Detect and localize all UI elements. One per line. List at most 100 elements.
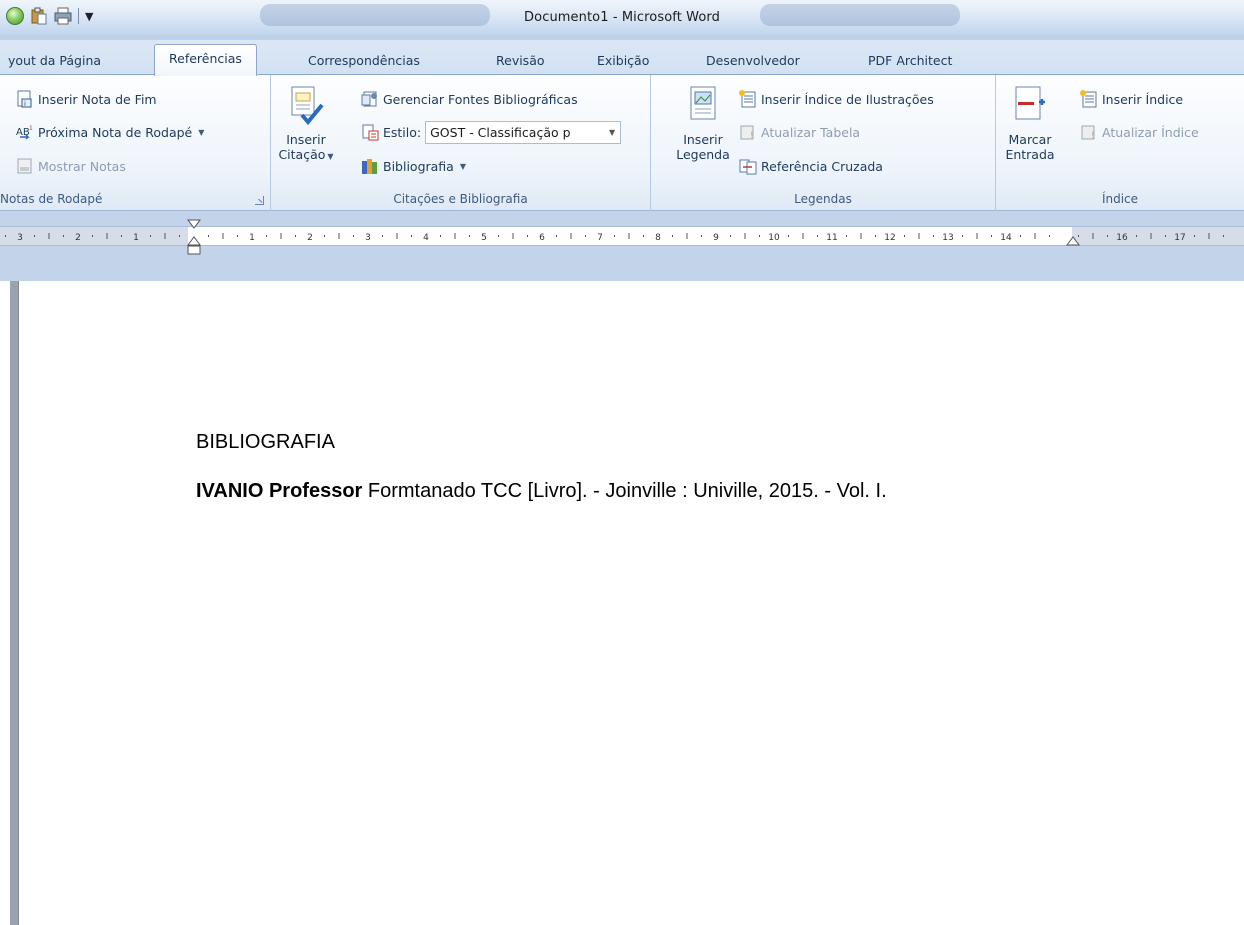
ruler-number: 13 [942,233,953,243]
ruler-number: 3 [17,233,23,243]
tab-review[interactable]: Revisão [496,50,545,75]
group-citations: Inserir Citação ▼ Gerenciar Fontes Biblio… [271,75,651,211]
endnote-icon: i [17,90,32,108]
entry-author: IVANIO Professor [196,480,363,502]
update-table-button[interactable]: ! Atualizar Tabela [739,120,860,144]
insert-citation-icon [291,86,324,126]
right-indent-marker-icon[interactable] [1066,235,1080,247]
tab-view[interactable]: Exibição [597,50,649,75]
ruler-number: 11 [826,233,837,243]
cross-reference-button[interactable]: Referência Cruzada [739,154,883,178]
insert-caption-label-line1: Inserir [683,132,723,147]
insert-table-of-figures-label: Inserir Índice de Ilustrações [761,91,934,107]
entry-details: Formtanado TCC [Livro]. - Joinville : Un… [362,480,887,502]
manage-sources-icon [361,91,377,107]
ruler-number: 1 [249,233,255,243]
ruler-number: 6 [539,233,545,243]
update-table-icon: ! [740,125,754,141]
next-footnote-label: Próxima Nota de Rodapé [38,124,193,140]
bibliography-icon [362,159,377,174]
ruler-number: 7 [597,233,603,243]
svg-text:1: 1 [29,125,33,132]
manage-sources-button[interactable]: Gerenciar Fontes Bibliográficas [361,87,578,111]
tab-references[interactable]: Referências [154,44,257,76]
mark-entry-button[interactable]: Marcar Entrada [1002,85,1058,162]
group-captions: Inserir Legenda Inserir Índice de Ilustr… [651,75,996,211]
bibliography-label: Bibliografia [383,158,454,174]
insert-endnote-button[interactable]: i Inserir Nota de Fim [16,87,157,111]
tab-page-layout[interactable]: yout da Página [8,50,101,75]
ruler-number: 4 [423,233,429,243]
ruler-number: 16 [1116,233,1128,243]
ruler-number: 14 [1000,233,1012,243]
show-notes-button[interactable]: Mostrar Notas [16,154,126,178]
ruler-number: 5 [481,233,487,243]
update-index-icon: ! [1081,125,1095,141]
footnotes-dialog-launcher-icon[interactable] [255,196,264,205]
title-bar: ▼ Documento1 - Microsoft Word [0,0,1244,40]
insert-caption-button[interactable]: Inserir Legenda [671,85,735,162]
insert-index-label: Inserir Índice [1102,91,1184,107]
insert-endnote-label: Inserir Nota de Fim [38,91,157,107]
update-table-label: Atualizar Tabela [761,124,861,140]
ruler-number: 2 [307,233,313,243]
window-title: Documento1 - Microsoft Word [524,10,720,25]
update-index-button[interactable]: ! Atualizar Índice [1080,120,1199,144]
show-notes-icon [17,158,32,174]
style-dropdown[interactable]: GOST - Classificação p ▼ [425,120,622,144]
ribbon: i Inserir Nota de Fim AB 1 Próxima Nota … [0,75,1244,211]
style-icon [362,124,379,141]
group-label-captions: Legendas [794,192,852,206]
insert-caption-icon [690,86,716,120]
insert-table-of-figures-button[interactable]: Inserir Índice de Ilustrações [739,87,934,111]
ruler-number: 12 [884,233,895,243]
ruler-number: 9 [713,233,719,243]
next-footnote-icon: AB 1 [16,125,33,140]
bibliography-entry[interactable]: IVANIO Professor Formtanado TCC [Livro].… [196,480,887,503]
ruler-number: 10 [768,233,780,243]
insert-index-button[interactable]: Inserir Índice [1080,87,1183,111]
mark-entry-icon [1015,86,1045,120]
update-index-label: Atualizar Índice [1102,124,1199,140]
mark-entry-label-line2: Entrada [1005,147,1055,162]
group-label-citations: Citações e Bibliografia [393,192,528,206]
insert-citation-label-line2: Citação ▼ [278,147,334,162]
tab-developer[interactable]: Desenvolvedor [706,50,800,75]
group-footnotes: i Inserir Nota de Fim AB 1 Próxima Nota … [0,75,271,211]
next-footnote-button[interactable]: AB 1 Próxima Nota de Rodapé ▼ [16,120,204,144]
manage-sources-label: Gerenciar Fontes Bibliográficas [383,91,578,107]
document-heading[interactable]: BIBLIOGRAFIA [196,431,335,454]
ruler-number: 1 [133,233,139,243]
insert-caption-label-line2: Legenda [676,147,730,162]
table-of-figures-icon [739,90,756,108]
chevron-down-icon: ▼ [459,161,466,171]
chevron-down-icon[interactable]: ▼ [604,121,621,143]
style-value: GOST - Classificação p [430,124,571,140]
chevron-down-icon: ▼ [327,152,334,161]
insert-citation-button[interactable]: Inserir Citação ▼ [275,85,337,164]
document-page[interactable] [18,281,1244,925]
insert-index-icon [1080,90,1097,108]
show-notes-label: Mostrar Notas [38,158,126,174]
ribbon-tabs: yout da Página Referências Correspondênc… [0,40,1244,76]
style-label: Estilo: [383,124,422,140]
ruler-number: 8 [655,233,661,243]
svg-text:i: i [24,100,26,108]
ruler-number: 3 [365,233,371,243]
svg-text:!: ! [1091,131,1095,141]
bibliography-button[interactable]: Bibliografia ▼ [361,154,466,178]
ruler-area: 3 2 1 1 2 3 4 5 6 7 8 9 10 11 12 13 14 16 17 [0,211,1244,281]
insert-citation-label-line1: Inserir [286,132,326,147]
tab-pdf-architect[interactable]: PDF Architect [868,50,952,75]
ruler-number: 17 [1174,233,1185,243]
group-label-footnotes: Notas de Rodapé [0,192,103,206]
page-edge-shadow [10,281,18,925]
cross-reference-label: Referência Cruzada [761,158,883,174]
indent-marker-icon[interactable] [187,219,201,257]
tab-mailings[interactable]: Correspondências [308,50,420,75]
svg-text:!: ! [750,131,754,141]
cross-reference-icon [739,159,757,175]
style-selector: Estilo: GOST - Classificação p ▼ [361,120,622,144]
mark-entry-label-line1: Marcar [1008,132,1052,147]
group-label-index: Índice [1101,192,1139,206]
